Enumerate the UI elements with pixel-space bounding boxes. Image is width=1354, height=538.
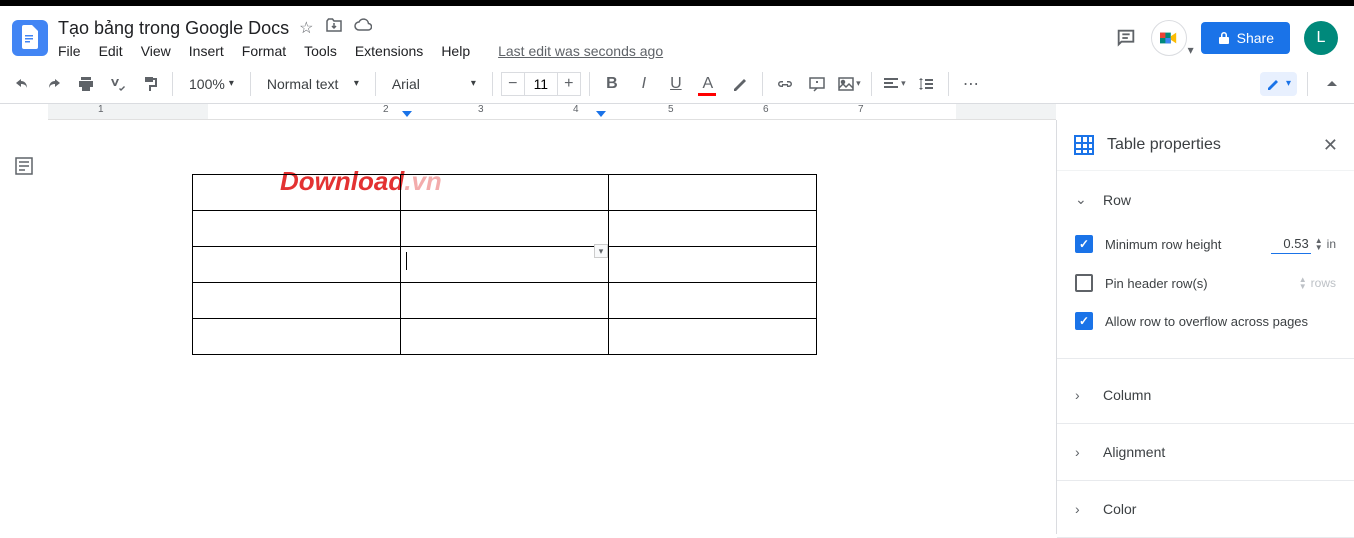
highlight-icon[interactable]	[726, 70, 754, 98]
chevron-down-icon: ⌄	[1075, 191, 1089, 208]
min-row-height-label: Minimum row height	[1105, 237, 1259, 252]
min-row-height-checkbox[interactable]	[1075, 235, 1093, 253]
share-button[interactable]: Share	[1201, 22, 1290, 54]
min-row-height-spinner[interactable]: ▲▼	[1315, 237, 1323, 251]
menu-view[interactable]: View	[141, 43, 171, 59]
sidebar-title: Table properties	[1107, 136, 1311, 154]
meet-icon[interactable]: ▾	[1151, 20, 1187, 56]
overflow-checkbox[interactable]	[1075, 312, 1093, 330]
pin-header-label: Pin header row(s)	[1105, 276, 1287, 291]
font-size-plus[interactable]: +	[557, 72, 581, 96]
min-row-height-input[interactable]	[1271, 234, 1311, 254]
doc-table[interactable]	[192, 174, 817, 355]
underline-icon[interactable]: U	[662, 70, 690, 98]
text-color-icon[interactable]: A	[694, 70, 722, 98]
edit-mode-button[interactable]: ▾	[1260, 72, 1297, 96]
avatar[interactable]: L	[1304, 21, 1338, 55]
move-icon[interactable]	[326, 18, 342, 38]
menu-extensions[interactable]: Extensions	[355, 43, 423, 59]
link-icon[interactable]	[771, 70, 799, 98]
bold-icon[interactable]: B	[598, 70, 626, 98]
toolbar: 100%▾ Normal text▾ Arial▾ − + B I U A ▾ …	[0, 64, 1354, 104]
print-icon[interactable]	[72, 70, 100, 98]
header: Tạo bảng trong Google Docs ☆ File Edit V…	[0, 6, 1354, 64]
section-alignment[interactable]: › Alignment	[1057, 432, 1354, 472]
chevron-right-icon: ›	[1075, 501, 1089, 517]
section-color[interactable]: › Color	[1057, 489, 1354, 529]
font-size-input[interactable]	[525, 72, 557, 96]
document-canvas[interactable]: Download.vn ▾	[48, 120, 1056, 534]
font-size-minus[interactable]: −	[501, 72, 525, 96]
align-icon[interactable]: ▾	[880, 70, 908, 98]
image-icon[interactable]: ▾	[835, 70, 863, 98]
pin-header-checkbox[interactable]	[1075, 274, 1093, 292]
collapse-icon[interactable]	[1318, 70, 1346, 98]
comments-icon[interactable]	[1115, 27, 1137, 49]
table-properties-panel: Table properties ✕ ⌄ Row Minimum row hei…	[1056, 120, 1354, 534]
chevron-right-icon: ›	[1075, 444, 1089, 460]
section-column[interactable]: › Column	[1057, 375, 1354, 415]
menu-help[interactable]: Help	[441, 43, 470, 59]
star-icon[interactable]: ☆	[299, 18, 313, 38]
menubar: File Edit View Insert Format Tools Exten…	[58, 43, 1115, 59]
menu-insert[interactable]: Insert	[189, 43, 224, 59]
text-cursor	[406, 252, 407, 270]
italic-icon[interactable]: I	[630, 70, 658, 98]
chevron-right-icon: ›	[1075, 387, 1089, 403]
menu-file[interactable]: File	[58, 43, 81, 59]
more-icon[interactable]: ⋯	[957, 70, 985, 98]
table-icon	[1073, 134, 1095, 156]
ruler[interactable]: 1 2 3 4 5 6 7	[48, 104, 1056, 120]
cloud-icon[interactable]	[354, 18, 372, 38]
comment-icon[interactable]	[803, 70, 831, 98]
docs-logo[interactable]	[12, 20, 48, 56]
min-row-height-unit: in	[1327, 237, 1336, 251]
line-spacing-icon[interactable]	[912, 70, 940, 98]
menu-edit[interactable]: Edit	[99, 43, 123, 59]
pin-rows-spinner: ▲▼	[1299, 276, 1307, 290]
zoom-select[interactable]: 100%▾	[181, 72, 242, 96]
overflow-label: Allow row to overflow across pages	[1105, 314, 1336, 329]
outline-icon[interactable]	[6, 148, 42, 184]
menu-format[interactable]: Format	[242, 43, 286, 59]
share-label: Share	[1237, 30, 1274, 46]
doc-title[interactable]: Tạo bảng trong Google Docs	[58, 18, 289, 39]
close-icon[interactable]: ✕	[1323, 135, 1338, 156]
redo-icon[interactable]	[40, 70, 68, 98]
font-select[interactable]: Arial▾	[384, 72, 484, 96]
last-edit[interactable]: Last edit was seconds ago	[498, 43, 663, 59]
pin-rows-unit: rows	[1311, 276, 1336, 290]
menu-tools[interactable]: Tools	[304, 43, 337, 59]
cell-dropdown-icon[interactable]: ▾	[594, 244, 608, 258]
format-paint-icon[interactable]	[136, 70, 164, 98]
style-select[interactable]: Normal text▾	[259, 72, 367, 96]
section-row[interactable]: ⌄ Row	[1057, 179, 1354, 220]
spellcheck-icon[interactable]	[104, 70, 132, 98]
undo-icon[interactable]	[8, 70, 36, 98]
